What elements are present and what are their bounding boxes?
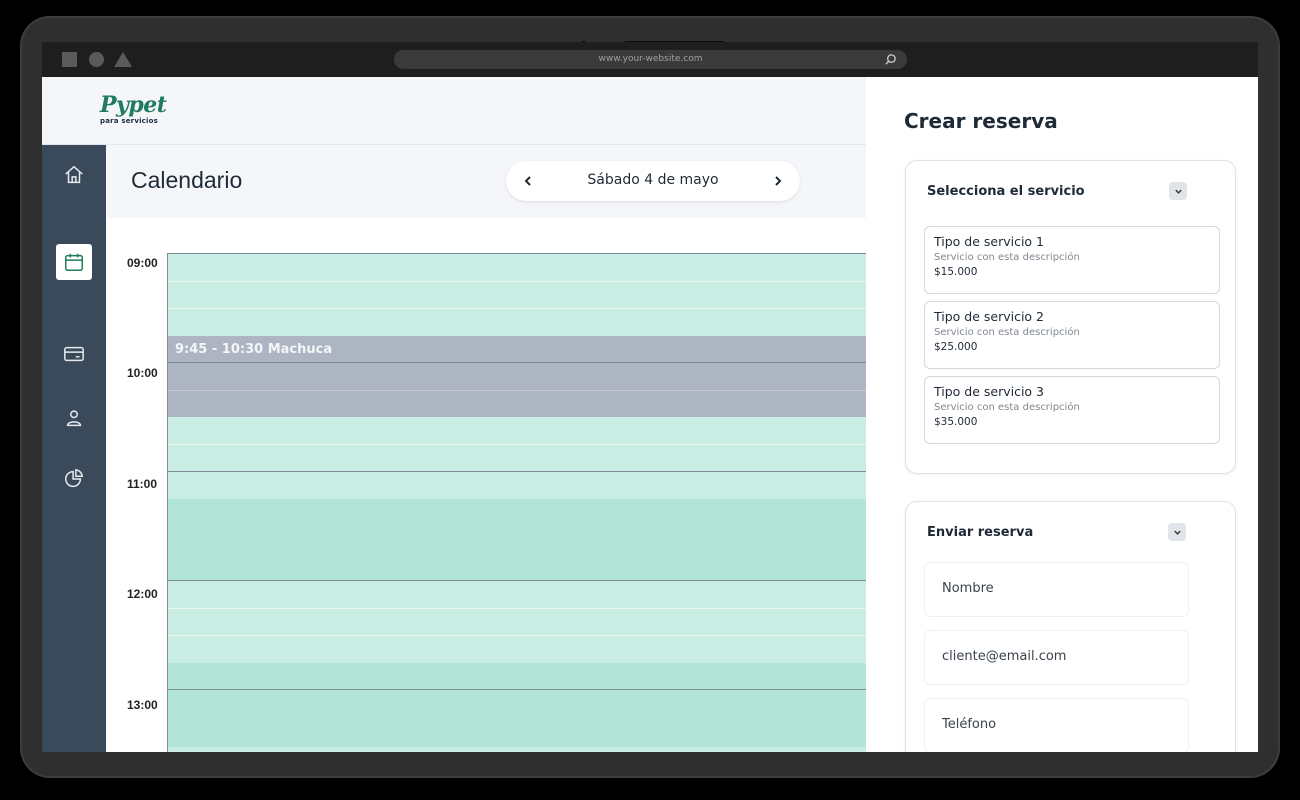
service-option[interactable]: Tipo de servicio 3 Servicio con esta des… [924,376,1220,444]
slot-divider [168,390,867,391]
hour-label: 10:00 [127,366,158,380]
create-booking-panel: Crear reserva Selecciona el servicio Tip… [866,77,1258,752]
circle-icon[interactable] [89,52,104,67]
date-navigator: Sábado 4 de mayo [506,161,800,201]
booking-label: 9:45 - 10:30 Machuca [175,342,333,357]
service-option[interactable]: Tipo de servicio 2 Servicio con esta des… [924,301,1220,369]
collapse-booking-button[interactable] [1168,523,1186,541]
booking-section-title: Enviar reserva [927,525,1034,540]
sidebar-item-home[interactable] [56,157,92,193]
slot-divider [168,635,867,636]
slot-divider [168,444,867,445]
calendar-main: Calendario Sábado 4 de mayo 09:00 10:00 … [106,145,867,752]
email-field-text: cliente@email.com [942,649,1067,664]
logo-name: Pypet [100,92,167,118]
app-header: Pypet para servicios [42,77,866,145]
time-slot[interactable] [168,581,867,663]
chevron-down-icon [1174,189,1182,194]
time-slot[interactable] [168,663,867,747]
email-field[interactable]: cliente@email.com [924,630,1189,685]
hour-label: 11:00 [127,477,158,491]
service-price: $35.000 [934,416,978,428]
time-grid: 9:45 - 10:30 Machuca [167,253,867,752]
phone-field[interactable]: Teléfono [924,698,1189,752]
card-icon [64,346,84,362]
hour-label: 12:00 [127,587,158,601]
send-booking-card: Enviar reserva Nombre cliente@email.com … [905,501,1236,752]
pie-chart-icon [65,469,84,488]
service-name: Tipo de servicio 2 [934,309,1045,324]
service-selection-card: Selecciona el servicio Tipo de servicio … [905,160,1236,474]
chevron-down-icon [1173,530,1181,535]
time-slot[interactable] [168,747,867,752]
hour-divider [168,362,867,363]
name-field-text: Nombre [942,581,994,596]
logo-tagline: para servicios [100,117,159,125]
url-text: www.your-website.com [598,54,703,64]
time-slot[interactable] [168,254,867,336]
service-description: Servicio con esta descripción [934,252,1080,263]
chevron-right-icon [775,176,782,186]
sidebar-item-calendar[interactable] [56,244,92,280]
logo[interactable]: Pypet para servicios [100,92,167,125]
sidebar-item-payments[interactable] [56,336,92,372]
service-price: $15.000 [934,266,978,278]
search-icon[interactable] [884,53,897,66]
hour-divider [168,580,867,581]
time-slot[interactable] [168,417,867,499]
url-bar[interactable]: www.your-website.com [394,50,907,69]
hour-divider [168,689,867,690]
page-title: Calendario [131,167,243,193]
phone-field-text: Teléfono [942,717,997,732]
sidebar-item-users[interactable] [56,400,92,436]
screen: www.your-website.com Pypet para servicio… [42,42,1258,752]
current-date: Sábado 4 de mayo [587,172,719,188]
sidebar [42,145,106,752]
slot-divider [168,308,867,309]
calendar-header: Calendario Sábado 4 de mayo [106,145,866,218]
service-option[interactable]: Tipo de servicio 1 Servicio con esta des… [924,226,1220,294]
home-icon [65,165,83,184]
booking-block[interactable]: 9:45 - 10:30 Machuca [168,336,867,417]
service-description: Servicio con esta descripción [934,327,1080,338]
service-name: Tipo de servicio 1 [934,234,1045,249]
sidebar-item-stats[interactable] [56,461,92,497]
user-icon [66,410,82,427]
next-day-button[interactable] [766,169,790,193]
slot-divider [168,281,867,282]
slot-divider [168,608,867,609]
square-icon[interactable] [62,52,77,67]
service-price: $25.000 [934,341,978,353]
panel-title: Crear reserva [904,109,1058,133]
service-name: Tipo de servicio 3 [934,384,1045,399]
triangle-icon[interactable] [114,52,132,67]
hour-label: 09:00 [127,256,158,270]
calendar-icon [65,253,83,271]
service-section-title: Selecciona el servicio [927,184,1085,199]
hour-label: 13:00 [127,698,158,712]
time-slot[interactable] [168,499,867,581]
service-description: Servicio con esta descripción [934,402,1080,413]
collapse-service-button[interactable] [1169,182,1187,200]
browser-toolbar: www.your-website.com [42,42,1258,77]
name-field[interactable]: Nombre [924,562,1189,617]
hour-divider [168,471,867,472]
